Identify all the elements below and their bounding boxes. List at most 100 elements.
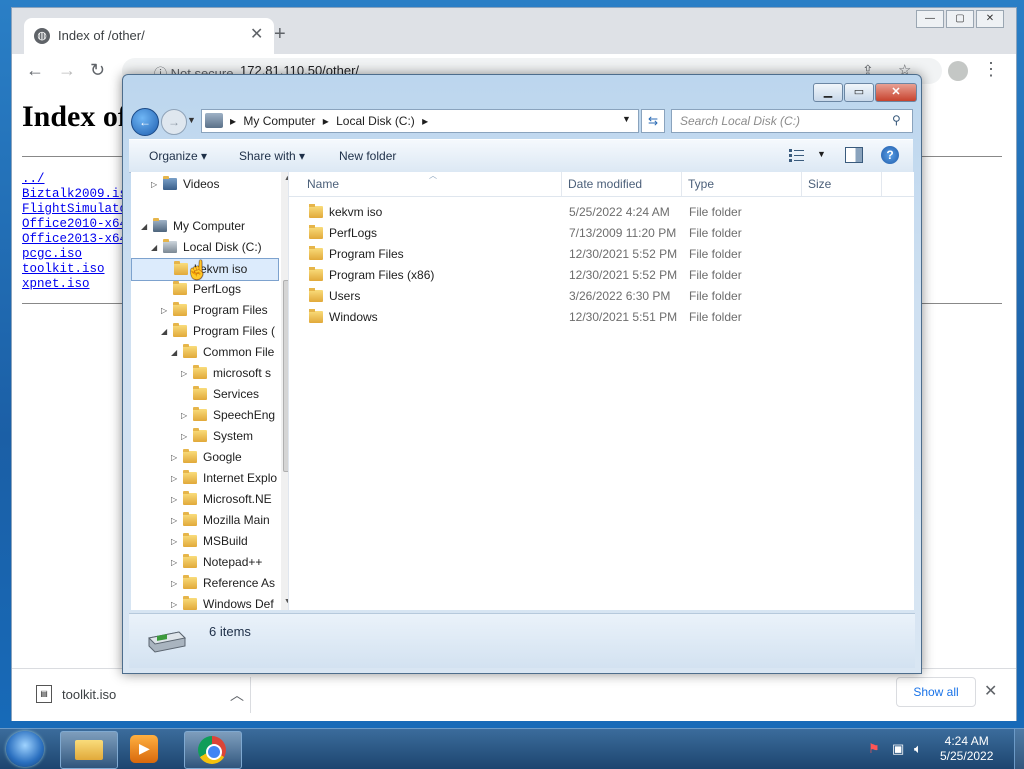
chevron-up-icon[interactable]: ︿ [230,685,244,705]
column-divider[interactable] [881,172,882,196]
search-input[interactable]: Search Local Disk (C:) [680,114,800,128]
start-button[interactable] [6,731,44,767]
view-options-icon[interactable] [789,148,805,162]
column-divider[interactable] [681,172,682,196]
expand-arrow-icon[interactable]: ▷ [151,174,157,195]
show-all-button[interactable]: Show all [896,677,976,707]
file-row[interactable]: Users 3/26/2022 6:30 PM File folder [289,286,914,307]
expand-arrow-icon[interactable]: ▷ [171,468,177,489]
expand-arrow-icon[interactable]: ▷ [161,300,167,321]
nav-tree-item[interactable]: ▷ Mozilla Main [131,510,277,531]
forward-arrow-icon[interactable]: → [161,109,187,135]
column-divider[interactable] [561,172,562,196]
reload-icon[interactable]: ↻ [90,60,105,81]
breadcrumb-separator-icon[interactable]: ▸ [422,114,428,128]
nav-tree-item[interactable]: ◢ My Computer [131,216,277,237]
breadcrumb-my-computer[interactable]: My Computer [243,114,315,128]
expand-arrow-icon[interactable]: ▷ [181,405,187,426]
collapse-arrow-icon[interactable]: ◢ [151,237,157,258]
refresh-icon[interactable]: ⇆ [641,109,665,133]
expand-arrow-icon[interactable]: ▷ [181,363,187,384]
clock[interactable]: 4:24 AM 5/25/2022 [940,734,993,764]
minimize-button[interactable]: ▁ [813,83,843,102]
close-button[interactable]: ✕ [976,10,1004,28]
expand-arrow-icon[interactable]: ▷ [171,594,177,610]
nav-tree-item[interactable]: ▷ System [131,426,277,447]
expand-arrow-icon[interactable]: ▷ [181,426,187,447]
file-row[interactable]: PerfLogs 7/13/2009 11:20 PM File folder [289,223,914,244]
nav-tree-item[interactable]: ▷ Microsoft.NE [131,489,277,510]
nav-tree-item[interactable]: ▷ SpeechEng [131,405,277,426]
browser-tab[interactable]: ◍ Index of /other/ ✕ [24,18,274,54]
maximize-button[interactable]: ▢ [946,10,974,28]
nav-tree-item[interactable]: ◢ Common File [131,342,277,363]
nav-scrollbar[interactable]: ▲ ▼ [281,172,288,610]
view-dropdown-icon[interactable]: ▼ [817,149,826,159]
nav-tree-item[interactable]: ▷ Windows Def [131,594,277,610]
search-icon[interactable]: ⚲ [892,113,901,127]
column-type[interactable]: Type [688,177,714,191]
close-icon[interactable]: ✕ [984,681,997,701]
file-row[interactable]: kekvm iso 5/25/2022 4:24 AM File folder [289,202,914,223]
column-size[interactable]: Size [808,177,831,191]
profile-avatar-icon[interactable] [948,61,968,81]
nav-tree-item[interactable]: ◢ Program Files ( [131,321,277,342]
menu-dots-icon[interactable]: ⋮ [982,59,1000,80]
address-dropdown-icon[interactable]: ▼ [622,114,631,124]
taskbar-explorer-button[interactable] [60,731,118,769]
nav-tree-item[interactable]: ▷ Program Files [131,300,277,321]
tab-close-icon[interactable]: ✕ [250,24,263,44]
nav-tree-item[interactable]: PerfLogs [131,279,277,300]
recent-pages-dropdown-icon[interactable]: ▼ [187,115,196,125]
nav-tree-item[interactable]: ▷ Reference As [131,573,277,594]
back-arrow-icon[interactable]: ← [26,60,44,81]
breadcrumb-separator-icon[interactable]: ▸ [230,114,236,128]
action-center-flag-icon[interactable]: ⚑ [868,741,880,757]
expand-arrow-icon[interactable]: ▷ [171,573,177,594]
preview-pane-icon[interactable] [845,147,863,163]
search-box[interactable]: Search Local Disk (C:) ⚲ [671,109,913,133]
taskbar-chrome-button[interactable] [184,731,242,769]
nav-tree-item[interactable]: ▷ Internet Explo [131,468,277,489]
new-tab-button[interactable]: + [274,23,286,46]
column-divider[interactable] [801,172,802,196]
collapse-arrow-icon[interactable]: ◢ [171,342,177,363]
collapse-arrow-icon[interactable]: ◢ [161,321,167,342]
new-folder-button[interactable]: New folder [339,149,396,163]
help-icon[interactable]: ? [881,146,899,164]
nav-tree-item[interactable]: ▷ Notepad++ [131,552,277,573]
close-button[interactable]: ✕ [875,83,917,102]
nav-tree-item[interactable]: ▷ Google [131,447,277,468]
organize-button[interactable]: Organize ▾ [149,149,207,163]
explorer-address-bar[interactable]: ▸ My Computer ▸ Local Disk (C:) ▸ ▼ [201,109,639,133]
download-item[interactable]: ▤ toolkit.iso ︿ [22,677,251,713]
file-row[interactable]: Windows 12/30/2021 5:51 PM File folder [289,307,914,328]
expand-arrow-icon[interactable]: ▷ [171,531,177,552]
nav-tree-item[interactable]: ▷ MSBuild [131,531,277,552]
collapse-arrow-icon[interactable]: ◢ [141,216,147,237]
nav-tree-item[interactable]: ▷ Videos [131,174,277,195]
breadcrumb-local-disk[interactable]: Local Disk (C:) [336,114,415,128]
media-player-icon[interactable]: ▶ [130,735,158,763]
expand-arrow-icon[interactable]: ▷ [171,510,177,531]
folder-icon [183,491,197,505]
breadcrumb-separator-icon[interactable]: ▸ [323,114,329,128]
expand-arrow-icon[interactable]: ▷ [171,552,177,573]
column-date-modified[interactable]: Date modified [568,177,642,191]
nav-tree-item[interactable]: ▷ microsoft s [131,363,277,384]
file-row[interactable]: Program Files 12/30/2021 5:52 PM File fold… [289,244,914,265]
column-name[interactable]: Name [307,177,339,191]
forward-arrow-icon[interactable]: → [58,60,76,81]
nav-tree-item[interactable]: ◢ Local Disk (C:) [131,237,277,258]
expand-arrow-icon[interactable]: ▷ [171,489,177,510]
show-desktop-button[interactable] [1014,729,1024,769]
network-icon[interactable]: ▣ [892,741,904,757]
maximize-button[interactable]: ▭ [844,83,874,102]
minimize-button[interactable]: — [916,10,944,28]
nav-tree-item[interactable]: Services [131,384,277,405]
expand-arrow-icon[interactable]: ▷ [171,447,177,468]
volume-icon[interactable]: 🔈︎ [914,741,922,757]
share-with-button[interactable]: Share with ▾ [239,149,305,163]
file-row[interactable]: Program Files (x86) 12/30/2021 5:52 PM Fil… [289,265,914,286]
back-arrow-icon[interactable]: ← [131,108,159,136]
